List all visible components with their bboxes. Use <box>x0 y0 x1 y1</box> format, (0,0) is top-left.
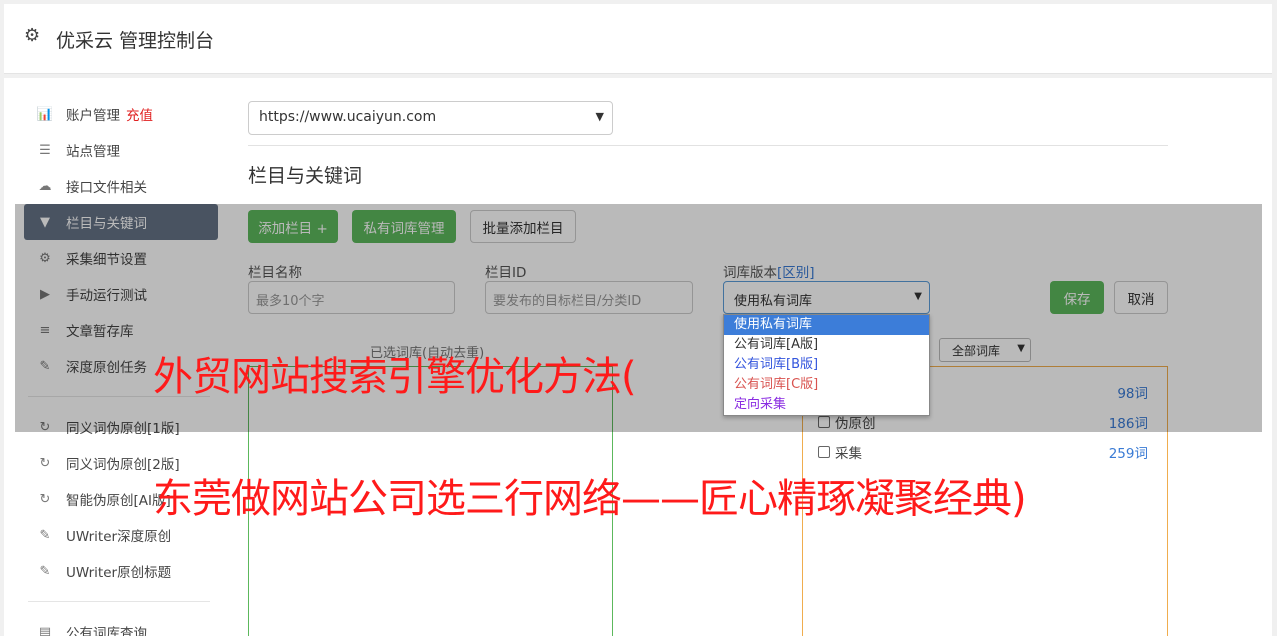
refresh-icon: ↻ <box>39 455 51 471</box>
refresh-icon: ↻ <box>39 491 51 507</box>
sidebar-item-label: 公有词库查询 <box>66 626 147 636</box>
bar-chart-icon: 📊 <box>36 106 54 122</box>
sidebar-item-label: 账户管理 <box>66 108 120 124</box>
divider <box>248 145 1168 146</box>
banner-line-2: 东莞做网站公司选三行网络——匠心精琢凝聚经典) <box>153 476 1027 522</box>
site-select[interactable]: https://www.ucaiyun.com ▼ <box>248 101 613 135</box>
sidebar-divider <box>28 601 210 602</box>
edit-icon: ✎ <box>39 563 51 579</box>
section-title: 栏目与关键词 <box>248 165 363 187</box>
sidebar-item-account[interactable]: 📊 账户管理 充值 <box>24 96 218 132</box>
version-option[interactable]: 公有词库[C版] <box>724 375 929 395</box>
chevron-down-icon: ▼ <box>595 110 604 123</box>
app-title: 优采云 管理控制台 <box>56 30 215 52</box>
lib-row-label: 采集 <box>835 446 862 462</box>
checkbox[interactable] <box>818 446 830 458</box>
book-icon: ▤ <box>38 624 52 636</box>
version-option[interactable]: 定向采集 <box>724 395 929 415</box>
sidebar-item-label: UWriter深度原创 <box>66 529 172 545</box>
lib-row[interactable]: 采集 259词 <box>818 442 1148 462</box>
sidebar-item-label: 站点管理 <box>66 144 120 160</box>
sidebar-item-label: 接口文件相关 <box>66 180 147 196</box>
sidebar-item-sites[interactable]: ☰ 站点管理 <box>24 132 218 168</box>
version-option[interactable]: 使用私有词库 <box>724 315 929 335</box>
edit-icon: ✎ <box>39 527 51 543</box>
lib-row-count: 259词 <box>1108 446 1148 462</box>
banner-line-1: 外贸网站搜索引擎优化方法( <box>153 354 637 400</box>
sidebar-item-interface-files[interactable]: ☁ 接口文件相关 <box>24 168 218 204</box>
app-header: ⚙ 优采云 管理控制台 <box>4 4 1272 74</box>
sidebar-item-public-lib-query[interactable]: ▤ 公有词库查询 <box>24 614 218 636</box>
gear-icon: ⚙ <box>24 25 41 46</box>
version-option[interactable]: 公有词库[A版] <box>724 335 929 355</box>
recharge-link[interactable]: 充值 <box>126 104 153 124</box>
cloud-upload-icon: ☁ <box>38 178 52 194</box>
site-select-value: https://www.ucaiyun.com <box>259 109 437 125</box>
sidebar-item-uwriter-title[interactable]: ✎ UWriter原创标题 <box>24 553 218 589</box>
sidebar-item-label: UWriter原创标题 <box>66 565 172 581</box>
lib-version-dropdown: 使用私有词库 公有词库[A版] 公有词库[B版] 公有词库[C版] 定向采集 <box>723 314 930 416</box>
server-icon: ☰ <box>39 142 51 158</box>
version-option[interactable]: 公有词库[B版] <box>724 355 929 375</box>
